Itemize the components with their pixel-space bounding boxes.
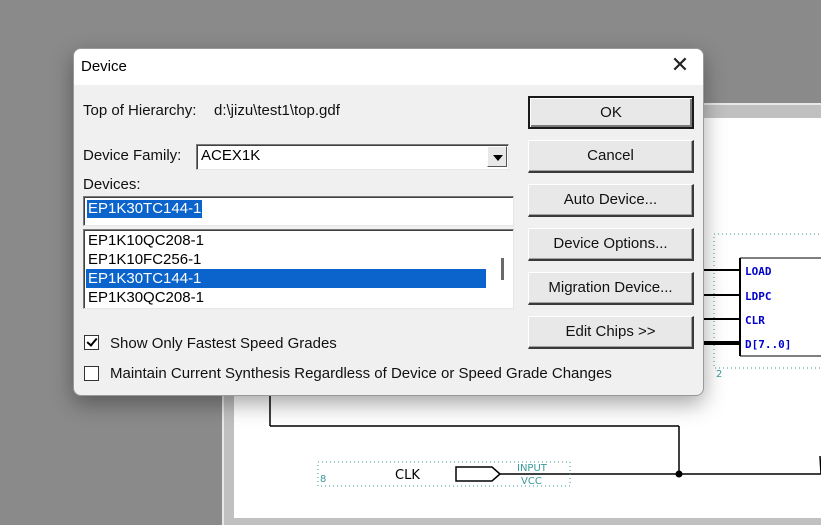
migration-device-button[interactable]: Migration Device... — [528, 272, 694, 305]
clk-label: CLK — [395, 468, 420, 483]
top-of-hierarchy-label: Top of Hierarchy: — [83, 102, 197, 119]
device-family-value: ACEX1K — [201, 147, 261, 164]
title-bar: Device ✕ — [74, 49, 703, 85]
list-item[interactable]: EP1K10FC256-1 — [86, 250, 488, 269]
pin-label-ldpc: LDPC — [745, 290, 772, 303]
maintain-synthesis-label: Maintain Current Synthesis Regardless of… — [110, 365, 612, 382]
list-scrollbar[interactable] — [501, 258, 504, 280]
pin-number-8: 8 — [320, 474, 326, 485]
dialog-title: Device — [81, 58, 127, 75]
pin-label-data: D[7..0] — [745, 338, 791, 351]
device-family-select[interactable]: ACEX1K — [196, 144, 509, 170]
devices-input[interactable]: EP1K30TC144-1 — [83, 196, 514, 226]
maintain-synthesis-checkbox[interactable] — [84, 366, 99, 381]
list-item-selected[interactable]: EP1K30TC144-1 — [86, 269, 486, 288]
device-family-label: Device Family: — [83, 147, 182, 164]
list-item[interactable]: EP1K30QC208-1 — [86, 288, 488, 307]
device-dialog: Device ✕ Top of Hierarchy: d:\jizu\test1… — [73, 48, 704, 396]
list-item[interactable]: EP1K10QC208-1 — [86, 231, 488, 250]
devices-label: Devices: — [83, 176, 141, 193]
vcc-label: VCC — [521, 476, 542, 487]
devices-input-value: EP1K30TC144-1 — [87, 200, 203, 218]
auto-device-button[interactable]: Auto Device... — [528, 184, 694, 217]
cancel-button[interactable]: Cancel — [528, 140, 694, 173]
ok-button[interactable]: OK — [528, 96, 694, 129]
close-icon: ✕ — [670, 53, 690, 78]
device-options-button[interactable]: Device Options... — [528, 228, 694, 261]
input-label: INPUT — [517, 463, 548, 474]
pin-number-2: 2 — [716, 369, 722, 380]
top-of-hierarchy-value: d:\jizu\test1\top.gdf — [214, 102, 340, 119]
close-button[interactable]: ✕ — [657, 49, 703, 85]
fastest-speed-checkbox[interactable] — [84, 335, 99, 350]
fastest-speed-label: Show Only Fastest Speed Grades — [110, 335, 337, 352]
pin-label-clr: CLR — [745, 314, 765, 327]
chevron-down-icon[interactable] — [487, 146, 507, 167]
edit-chips-button[interactable]: Edit Chips >> — [528, 316, 694, 349]
pin-label-load: LOAD — [745, 265, 772, 278]
devices-list[interactable]: EP1K10QC208-1 EP1K10FC256-1 EP1K30TC144-… — [83, 229, 514, 309]
